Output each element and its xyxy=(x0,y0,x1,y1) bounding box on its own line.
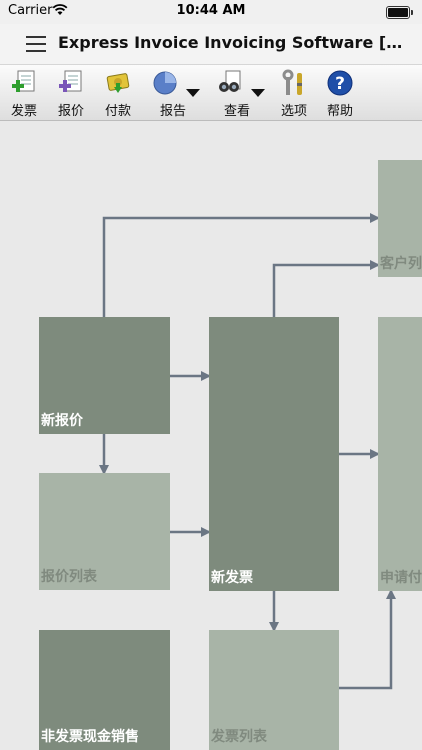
title-bar: Express Invoice Invoicing Software [Sher… xyxy=(0,24,422,65)
toolbar-options-label: 选项 xyxy=(280,104,307,119)
report-icon xyxy=(152,69,180,97)
toolbar: 发票 报价 付款 报告 查看 选项 ? 帮助 xyxy=(0,65,422,121)
node-new-quote-label: 新报价 xyxy=(41,413,83,429)
toolbar-payment-button[interactable]: 付款 xyxy=(100,69,136,119)
options-icon xyxy=(280,69,308,97)
help-icon: ? xyxy=(326,69,354,97)
node-invoice-list[interactable]: 发票列表 xyxy=(209,630,339,750)
payment-icon xyxy=(104,69,132,97)
window-title: Express Invoice Invoicing Software [Sher… xyxy=(58,33,408,52)
node-new-quote[interactable]: 新报价 xyxy=(39,317,170,434)
toolbar-help-button[interactable]: ? 帮助 xyxy=(322,69,358,119)
battery-icon xyxy=(386,6,413,19)
toolbar-view-label: 查看 xyxy=(223,104,250,119)
node-invoice-list-label: 发票列表 xyxy=(211,729,267,745)
new-quote-icon xyxy=(57,69,85,97)
node-non-invoice-cash-sale-label: 非发票现金销售 xyxy=(41,729,139,745)
toolbar-payment-label: 付款 xyxy=(104,104,131,119)
node-customer-list-label: 客户列 xyxy=(380,256,422,272)
toolbar-options-button[interactable]: 选项 xyxy=(276,69,312,119)
node-apply-payment[interactable]: 申请付 xyxy=(378,317,422,591)
node-customer-list[interactable]: 客户列 xyxy=(378,160,422,277)
view-icon xyxy=(216,69,244,97)
workflow-canvas: 新报价 报价列表 非发票现金销售 新发票 发票列表 客户列 申请付 xyxy=(0,121,422,750)
svg-text:?: ? xyxy=(335,74,345,94)
toolbar-quote-label: 报价 xyxy=(57,104,84,119)
connector-invoice-to-customers xyxy=(272,260,380,317)
connector-quote-to-customers xyxy=(102,213,380,317)
status-bar: Carrier 10:44 AM xyxy=(0,0,422,24)
report-dropdown-arrow-icon[interactable] xyxy=(186,89,200,97)
connector-invoicelist-to-payment xyxy=(339,589,396,690)
clock: 10:44 AM xyxy=(176,3,246,18)
toolbar-invoice-label: 发票 xyxy=(10,104,37,119)
toolbar-invoice-button[interactable]: 发票 xyxy=(6,69,42,119)
view-dropdown-arrow-icon[interactable] xyxy=(251,89,265,97)
toolbar-help-label: 帮助 xyxy=(326,104,353,119)
menu-icon[interactable] xyxy=(26,36,46,52)
node-non-invoice-cash-sale[interactable]: 非发票现金销售 xyxy=(39,630,170,750)
toolbar-report-label: 报告 xyxy=(159,104,186,119)
node-apply-payment-label: 申请付 xyxy=(380,570,422,586)
node-new-invoice-label: 新发票 xyxy=(211,570,253,586)
node-quote-list[interactable]: 报价列表 xyxy=(39,473,170,590)
toolbar-quote-button[interactable]: 报价 xyxy=(53,69,89,119)
new-invoice-icon xyxy=(10,69,38,97)
node-quote-list-label: 报价列表 xyxy=(41,569,97,585)
node-new-invoice[interactable]: 新发票 xyxy=(209,317,339,591)
